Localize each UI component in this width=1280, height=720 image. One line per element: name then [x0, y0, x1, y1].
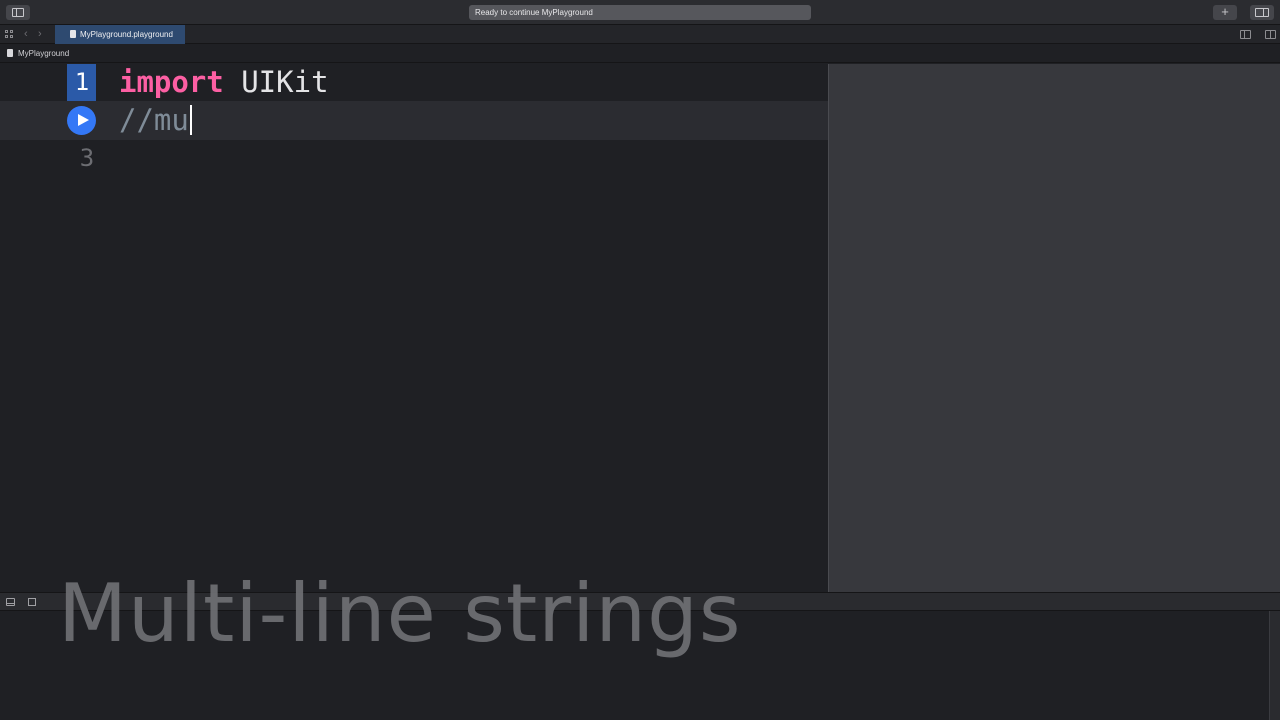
- breadcrumb-file[interactable]: MyPlayground: [18, 44, 69, 63]
- tab-label: MyPlayground.playground: [80, 30, 173, 39]
- related-items-grid-icon[interactable]: [5, 30, 14, 39]
- split-editor-icon[interactable]: [1265, 30, 1276, 39]
- window-toolbar: Ready to continue MyPlayground +: [0, 0, 1280, 25]
- line-number: 3: [79, 144, 95, 172]
- inspector-toggle-icon: [1255, 8, 1269, 17]
- activity-status-field: Ready to continue MyPlayground: [469, 5, 811, 20]
- code-line-2[interactable]: //mu: [119, 102, 192, 139]
- plus-icon: +: [1221, 4, 1229, 19]
- video-caption-overlay: Multi-line strings: [58, 567, 742, 660]
- jump-bar: MyPlayground: [0, 44, 1280, 63]
- tab-bar: ‹ › MyPlayground.playground: [0, 25, 1280, 44]
- library-add-button[interactable]: +: [1213, 5, 1237, 20]
- source-editor[interactable]: 1 3 import UIKit //mu: [0, 64, 828, 592]
- code-token: UIKit: [223, 65, 329, 99]
- activity-status-text: Ready to continue MyPlayground: [475, 8, 593, 17]
- stop-icon[interactable]: [28, 598, 36, 606]
- forward-arrow-icon[interactable]: ›: [38, 26, 42, 42]
- code-line-1[interactable]: import UIKit: [119, 64, 329, 101]
- editor-options-icon[interactable]: [1240, 30, 1251, 39]
- line-number: 1: [74, 68, 90, 96]
- keyword-token: import: [119, 65, 224, 99]
- sidebar-toggle-icon: [12, 8, 24, 17]
- sidebar-toggle-button[interactable]: [6, 5, 30, 20]
- playground-file-icon: [7, 49, 13, 57]
- inspector-toggle-button[interactable]: [1250, 5, 1274, 20]
- text-cursor: [189, 105, 192, 135]
- comment-token: //mu: [119, 103, 189, 137]
- hide-debug-area-icon[interactable]: [6, 598, 15, 606]
- back-arrow-icon[interactable]: ‹: [24, 26, 28, 42]
- run-line-button[interactable]: [67, 106, 96, 135]
- tab-myplayground[interactable]: MyPlayground.playground: [55, 25, 185, 44]
- results-sidebar: [828, 64, 1280, 592]
- file-icon: [70, 30, 76, 38]
- console-scrollbar[interactable]: [1269, 611, 1280, 720]
